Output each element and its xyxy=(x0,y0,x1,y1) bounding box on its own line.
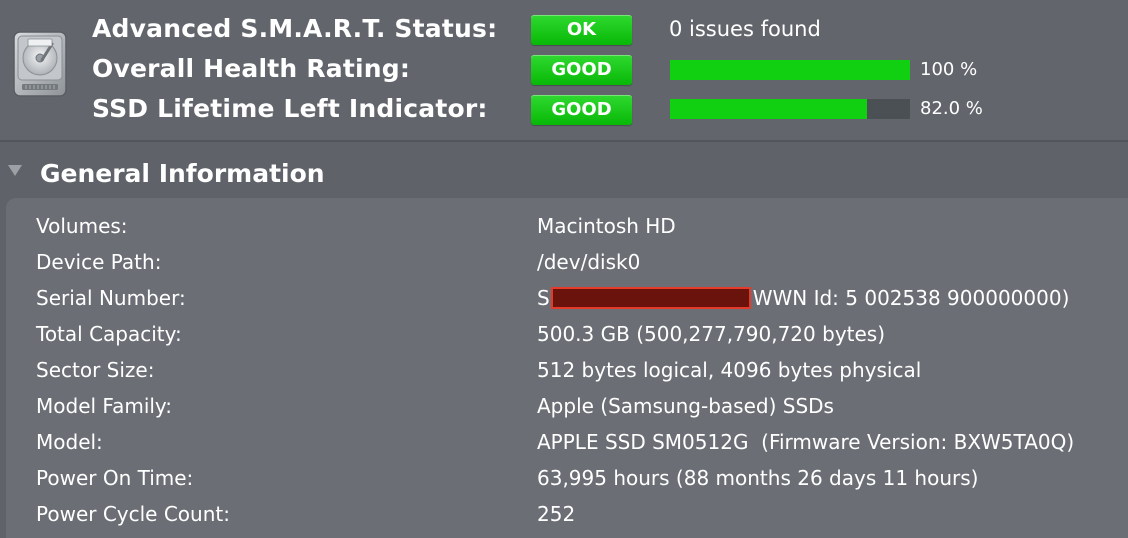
info-row-sector-size: Sector Size: 512 bytes logical, 4096 byt… xyxy=(0,352,1128,388)
smart-issues-text: 0 issues found xyxy=(669,17,821,41)
serial-number-value: S WWN Id: 5 002538 900000000) xyxy=(537,280,1069,316)
info-key: Model Family: xyxy=(36,394,173,418)
info-value: Macintosh HD xyxy=(537,214,676,238)
serial-suffix: WWN Id: 5 002538 900000000) xyxy=(752,286,1070,310)
smart-status-label: Advanced S.M.A.R.T. Status: xyxy=(92,14,498,43)
lifetime-percent: 82.0 % xyxy=(920,98,983,119)
info-key: Total Capacity: xyxy=(36,322,182,346)
info-row-power-cycle-count: Power Cycle Count: 252 xyxy=(0,496,1128,532)
info-key: Device Path: xyxy=(36,250,162,274)
serial-prefix: S xyxy=(537,286,550,310)
info-row-model: Model: APPLE SSD SM0512G (Firmware Versi… xyxy=(0,424,1128,460)
info-row-serial-number: Serial Number: S WWN Id: 5 002538 900000… xyxy=(0,280,1128,316)
disclosure-triangle-icon[interactable] xyxy=(8,165,22,176)
info-value: /dev/disk0 xyxy=(537,250,641,274)
general-info-header[interactable]: General Information xyxy=(0,142,1128,198)
section-title: General Information xyxy=(40,159,325,188)
health-percent: 100 % xyxy=(920,59,978,80)
health-rating-label: Overall Health Rating: xyxy=(92,54,411,83)
info-row-power-on-time: Power On Time: 63,995 hours (88 months 2… xyxy=(0,460,1128,496)
info-key: Serial Number: xyxy=(36,286,186,310)
info-value: 252 xyxy=(537,502,576,526)
info-key: Power Cycle Count: xyxy=(36,502,230,526)
ssd-lifetime-label: SSD Lifetime Left Indicator: xyxy=(92,94,488,123)
info-row-total-capacity: Total Capacity: 500.3 GB (500,277,790,72… xyxy=(0,316,1128,352)
info-key: Volumes: xyxy=(36,214,128,238)
redaction-box xyxy=(550,287,751,309)
info-row-model-family: Model Family: Apple (Samsung-based) SSDs xyxy=(0,388,1128,424)
status-header: Advanced S.M.A.R.T. Status: OK 0 issues … xyxy=(0,0,1128,140)
smart-status-badge: OK xyxy=(531,15,632,45)
health-progress-bar xyxy=(670,60,910,80)
info-value: 500.3 GB (500,277,790,720 bytes) xyxy=(537,322,886,346)
info-value: Apple (Samsung-based) SSDs xyxy=(537,394,834,418)
hard-drive-icon xyxy=(13,31,67,97)
info-row-device-path: Device Path: /dev/disk0 xyxy=(0,244,1128,280)
info-value: APPLE SSD SM0512G (Firmware Version: BXW… xyxy=(537,430,1075,454)
drive-status-window: Advanced S.M.A.R.T. Status: OK 0 issues … xyxy=(0,0,1128,538)
health-progress-fill xyxy=(670,60,910,80)
ssd-lifetime-badge: GOOD xyxy=(531,95,632,125)
info-row-volumes: Volumes: Macintosh HD xyxy=(0,208,1128,244)
info-key: Power On Time: xyxy=(36,466,194,490)
info-key: Model: xyxy=(36,430,103,454)
info-key: Sector Size: xyxy=(36,358,155,382)
info-value: 512 bytes logical, 4096 bytes physical xyxy=(537,358,922,382)
lifetime-progress-fill xyxy=(670,99,867,119)
info-value: 63,995 hours (88 months 26 days 11 hours… xyxy=(537,466,979,490)
lifetime-progress-bar xyxy=(670,99,910,119)
health-rating-badge: GOOD xyxy=(531,55,632,85)
